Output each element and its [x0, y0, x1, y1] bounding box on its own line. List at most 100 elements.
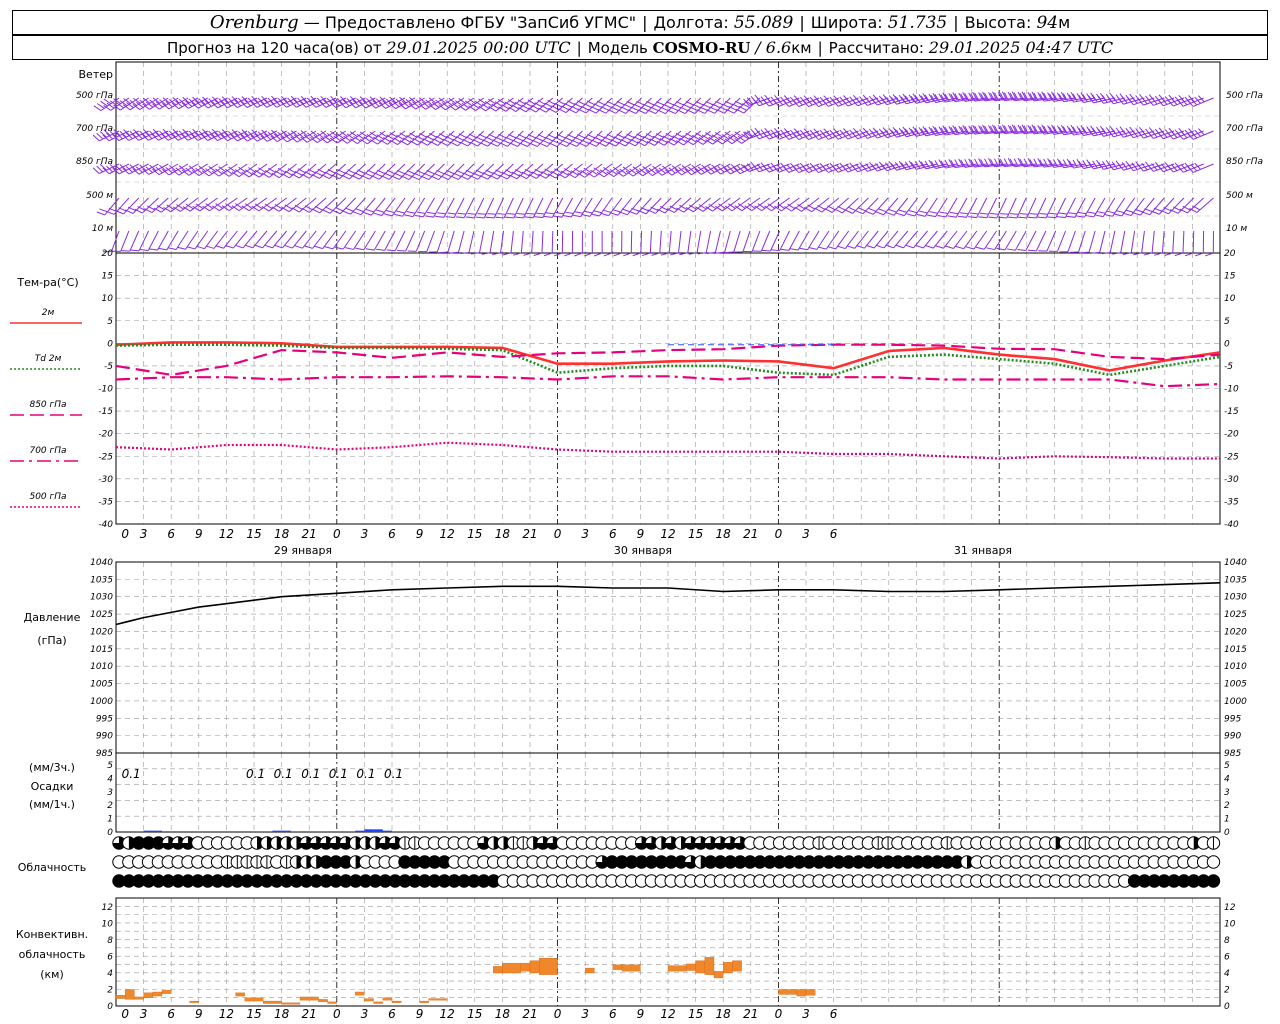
barb-staff: [483, 197, 495, 219]
wind-barb: [112, 230, 130, 252]
wind-barb: [564, 230, 574, 257]
barb-feather: [1086, 159, 1092, 168]
wind-barb: [581, 197, 603, 217]
barb-staff: [479, 230, 485, 253]
barb-staff: [955, 197, 968, 218]
conv-y-tick: 0: [107, 1002, 113, 1012]
wind-barb: [705, 197, 731, 212]
x-tick-label-bottom: 21: [522, 1007, 537, 1021]
barb-staff: [722, 197, 741, 212]
barb-staff: [1143, 163, 1165, 172]
wind-barb: [167, 230, 189, 251]
conv-bar: [502, 962, 521, 974]
barb-staff: [228, 197, 248, 212]
wind-barb: [439, 230, 455, 254]
pressure-y-tick: 1040: [90, 558, 113, 568]
conv-bar: [695, 960, 705, 974]
conv-y-tick: 8: [107, 936, 113, 946]
barb-staff: [994, 230, 1007, 250]
barb-staff: [645, 197, 662, 215]
barb-feather: [894, 161, 901, 170]
barb-feather: [1059, 251, 1068, 253]
barb-staff: [760, 230, 771, 252]
cloud-circle: [1206, 855, 1221, 869]
wind-barb: [543, 230, 554, 257]
wind-barb: [211, 163, 238, 177]
x-tick-label: 6: [609, 527, 617, 541]
conv-bar: [612, 964, 623, 970]
wind-barb: [351, 163, 376, 180]
barb-staff: [1006, 197, 1017, 219]
precip-bar: [364, 829, 374, 832]
wind-barb: [861, 161, 889, 172]
x-tick-label: 15: [246, 527, 261, 541]
barb-feather: [485, 216, 495, 219]
precip-title-3: (мм/1ч.): [29, 798, 75, 811]
barb-staff: [438, 163, 455, 180]
precip-y-tick-right: 4: [1224, 774, 1230, 784]
wind-barb: [281, 163, 307, 179]
precip-bar: [346, 831, 356, 832]
wind-barb: [440, 163, 465, 180]
wind-barb: [261, 163, 287, 178]
temp-legend-lines: [10, 322, 82, 508]
precip-y-tick: 0: [107, 828, 113, 838]
wind-barb: [1189, 197, 1214, 213]
wind-barb: [122, 163, 149, 175]
wind-barb: [512, 230, 524, 256]
conv-y-tick-right: 6: [1224, 953, 1230, 963]
barb-staff: [218, 163, 238, 177]
wind-barb: [321, 163, 347, 180]
wind-barb: [714, 197, 741, 212]
wind-barb: [172, 197, 199, 212]
precip-label: 0.1: [122, 767, 141, 781]
barb-staff: [816, 230, 830, 250]
wind-level-5: 10 м: [92, 224, 113, 234]
conv-bar: [244, 997, 264, 1002]
barb-feather: [697, 252, 707, 255]
barb-feather: [1122, 252, 1132, 255]
barb-feather: [515, 216, 524, 219]
x-tick-label-bottom: 6: [167, 1007, 175, 1021]
wind-barb: [752, 230, 771, 252]
barb-staff: [367, 130, 386, 145]
precip-title-1: (мм/3ч.): [29, 761, 75, 774]
barb-feather: [1076, 159, 1082, 167]
conv-y-tick: 12: [102, 903, 114, 913]
precip-bar: [290, 831, 300, 832]
barb-staff: [384, 230, 396, 251]
barb-staff: [742, 230, 751, 252]
barb-staff: [402, 197, 416, 217]
wind-barb: [518, 163, 544, 180]
barb-feather: [460, 251, 470, 255]
wind-barb: [394, 197, 416, 217]
barb-staff: [468, 230, 475, 253]
wind-level-4: 500 м: [86, 191, 113, 201]
barb-staff: [342, 230, 357, 250]
barb-staff: [781, 197, 800, 212]
barb-staff: [199, 197, 218, 212]
wind-barb: [132, 163, 159, 175]
wind-barb: [261, 197, 287, 212]
date-label-2: 30 января: [614, 544, 672, 557]
wind-level-right-2: 700 гПа: [1226, 124, 1263, 134]
barb-feather: [725, 251, 734, 254]
barb-staff: [489, 230, 495, 253]
conv-bar: [152, 991, 163, 997]
precip-label: 0.1: [301, 767, 320, 781]
barb-staff: [157, 230, 169, 251]
wind-barb: [861, 94, 889, 106]
barb-staff: [678, 230, 682, 253]
wind-barb: [804, 197, 830, 213]
barb-staff: [448, 163, 465, 180]
wind-barb: [986, 230, 1007, 251]
wind-barb: [817, 230, 840, 250]
barb-staff: [357, 130, 376, 145]
barb-staff: [405, 230, 416, 252]
barb-staff: [219, 197, 238, 212]
barb-staff: [566, 130, 583, 147]
barb-staff: [523, 197, 534, 219]
wind-barb: [460, 163, 485, 180]
precip-y-tick: 1: [107, 815, 113, 825]
pressure-y-tick-right: 1015: [1224, 645, 1247, 655]
